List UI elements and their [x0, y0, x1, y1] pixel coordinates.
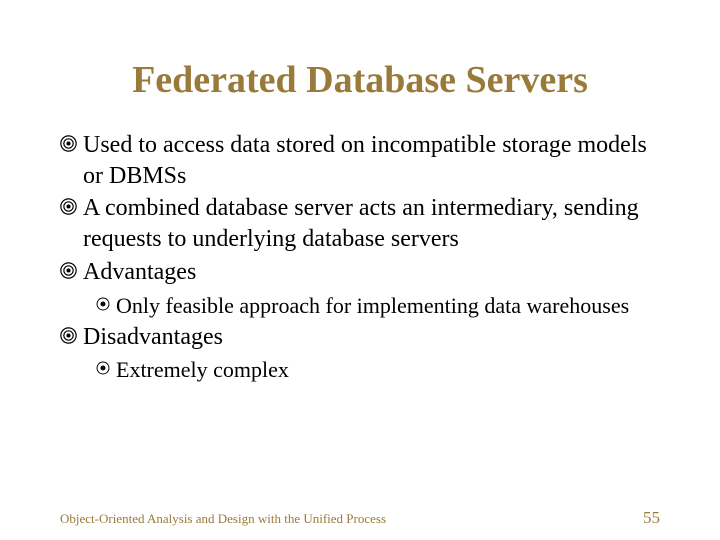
bullet-icon — [60, 262, 77, 284]
bullet-text: Used to access data stored on incompatib… — [83, 130, 660, 191]
bullet-text: A combined database server acts an inter… — [83, 193, 660, 254]
slide-title: Federated Database Servers — [60, 58, 660, 102]
bullet-text: Only feasible approach for implementing … — [116, 292, 629, 320]
list-item: Advantages — [60, 257, 660, 288]
list-item: Only feasible approach for implementing … — [96, 292, 660, 320]
bullet-icon — [60, 135, 77, 157]
footer-source: Object-Oriented Analysis and Design with… — [60, 511, 386, 527]
bullet-text: Advantages — [83, 257, 196, 288]
list-item: Disadvantages — [60, 322, 660, 353]
list-item: A combined database server acts an inter… — [60, 193, 660, 254]
slide: Federated Database Servers Used to acces… — [0, 0, 720, 540]
bullet-icon — [60, 198, 77, 220]
bullet-icon — [96, 361, 110, 380]
page-number: 55 — [643, 508, 660, 528]
list-item: Used to access data stored on incompatib… — [60, 130, 660, 191]
slide-footer: Object-Oriented Analysis and Design with… — [60, 508, 660, 528]
list-item: Extremely complex — [96, 356, 660, 384]
bullet-text: Extremely complex — [116, 356, 289, 384]
bullet-text: Disadvantages — [83, 322, 223, 353]
bullet-icon — [96, 297, 110, 316]
slide-content: Used to access data stored on incompatib… — [60, 130, 660, 385]
bullet-icon — [60, 327, 77, 349]
